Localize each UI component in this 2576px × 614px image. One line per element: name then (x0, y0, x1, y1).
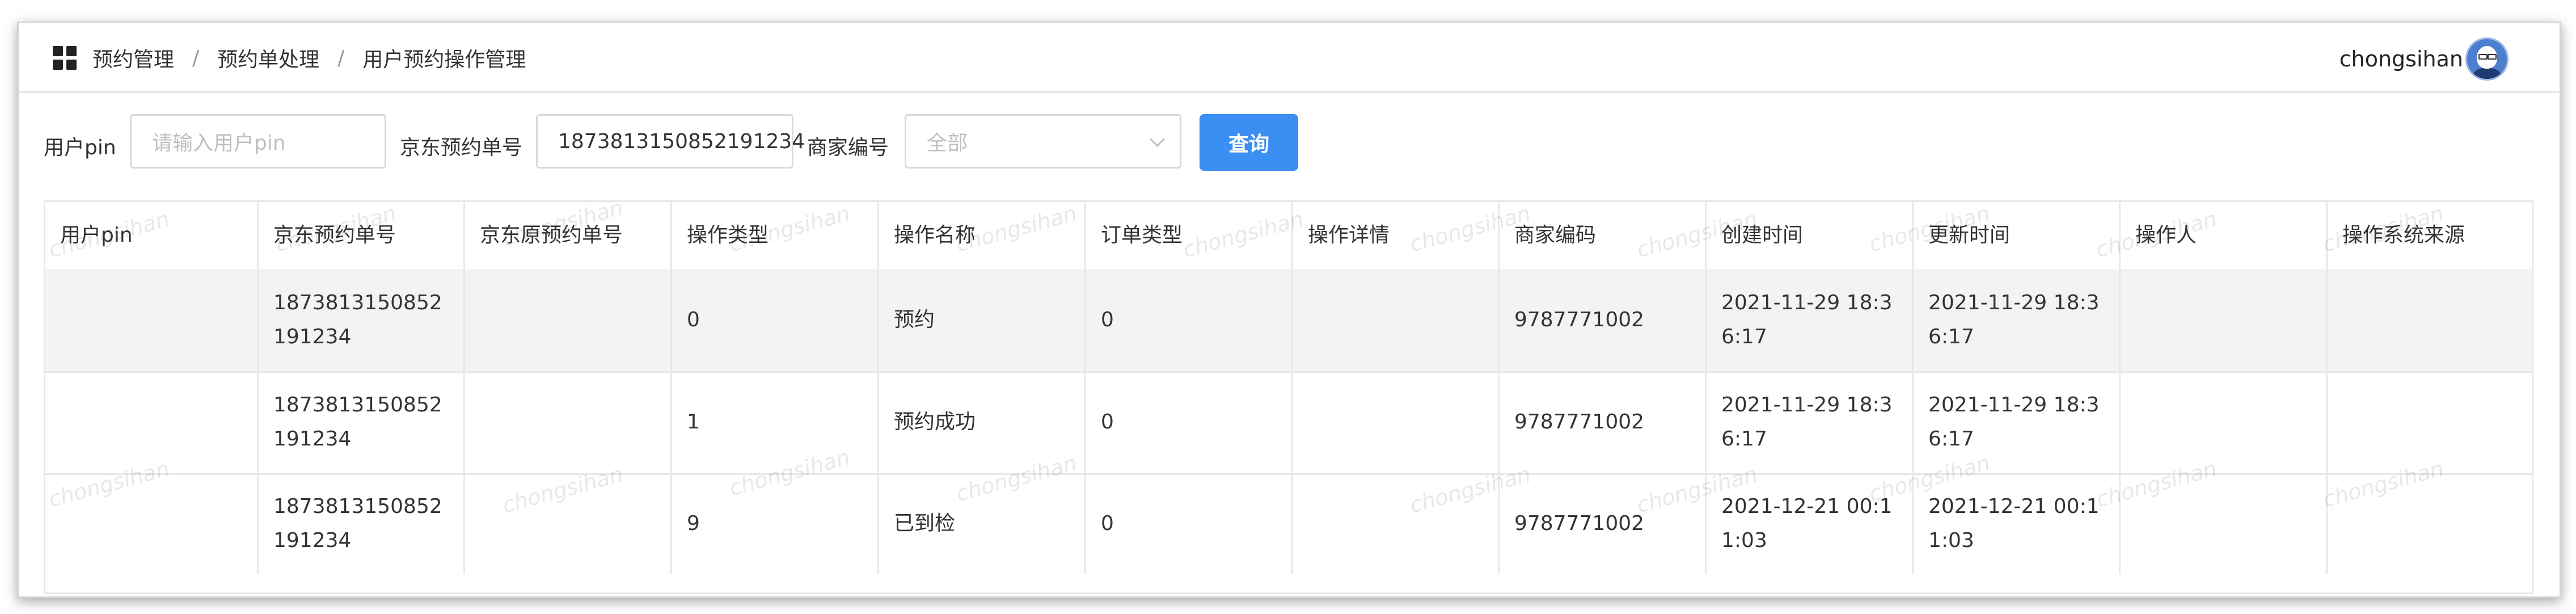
app-window: 预约管理 / 预约单处理 / 用户预约操作管理 chongsihan 用户pin… (17, 22, 2561, 598)
cell-merchant-code: 9787771002 (1500, 269, 1707, 371)
cell-user-pin (45, 473, 259, 574)
column-header: 操作类型 (672, 202, 879, 269)
cell-user-pin (45, 371, 259, 473)
table-row[interactable]: 1873813150852191234 1 预约成功 0 9787771002 … (45, 371, 2532, 475)
cell-op-type: 1 (672, 371, 879, 473)
breadcrumb-item[interactable]: 预约单处理 (217, 43, 319, 73)
column-header: 更新时间 (1914, 202, 2121, 269)
cell-op-detail (1293, 269, 1500, 371)
cell-updated-at: 2021-11-29 18:36:17 (1914, 371, 2121, 473)
cell-created-at: 2021-11-29 18:36:17 (1707, 371, 1914, 473)
cell-source-system (2328, 473, 2529, 574)
cell-orig-order-no (465, 371, 672, 473)
cell-created-at: 2021-12-21 00:11:03 (1707, 473, 1914, 574)
cell-operator (2121, 371, 2328, 473)
cell-operator (2121, 473, 2328, 574)
cell-op-type: 9 (672, 473, 879, 574)
column-header: 操作人 (2121, 202, 2328, 269)
breadcrumb-separator: / (192, 46, 200, 70)
username[interactable]: chongsihan (2339, 47, 2463, 72)
cell-order-no: 1873813150852191234 (259, 473, 465, 574)
avatar[interactable] (2465, 37, 2509, 81)
cell-updated-at: 2021-11-29 18:36:17 (1914, 269, 2121, 371)
cell-orig-order-no (465, 473, 672, 574)
merchant-label: 商家编号 (807, 136, 889, 159)
column-header: 操作名称 (879, 202, 1086, 269)
column-header: 商家编码 (1500, 202, 1707, 269)
cell-order-type: 0 (1086, 473, 1293, 574)
cell-op-detail (1293, 473, 1500, 574)
cell-updated-at: 2021-12-21 00:11:03 (1914, 473, 2121, 574)
filter-bar: 用户pin 请输入用户pin 京东预约单号 187381315085219123… (19, 114, 2560, 171)
column-header: 订单类型 (1086, 202, 1293, 269)
column-header: 创建时间 (1707, 202, 1914, 269)
cell-merchant-code: 9787771002 (1500, 473, 1707, 574)
table-row[interactable]: 1873813150852191234 9 已到检 0 9787771002 2… (45, 473, 2532, 574)
user-menu[interactable]: chongsihan (2339, 37, 2509, 81)
cell-merchant-code: 9787771002 (1500, 371, 1707, 473)
cell-order-no: 1873813150852191234 (259, 269, 465, 371)
table-row[interactable]: 1873813150852191234 0 预约 0 9787771002 20… (45, 269, 2532, 373)
column-header: 京东原预约单号 (465, 202, 672, 269)
cell-order-no: 1873813150852191234 (259, 371, 465, 473)
user-pin-input[interactable]: 请输入用户pin (130, 114, 386, 169)
cell-operator (2121, 269, 2328, 371)
cell-order-type: 0 (1086, 371, 1293, 473)
cell-op-detail (1293, 371, 1500, 473)
column-header: 操作详情 (1293, 202, 1500, 269)
column-header: 京东预约单号 (259, 202, 465, 269)
cell-source-system (2328, 269, 2529, 371)
grid-menu-icon[interactable] (53, 46, 77, 70)
cell-source-system (2328, 371, 2529, 473)
cell-created-at: 2021-11-29 18:36:17 (1707, 269, 1914, 371)
top-header: 预约管理 / 预约单处理 / 用户预约操作管理 chongsihan (19, 23, 2560, 93)
breadcrumb-separator: / (337, 46, 345, 70)
cell-op-name: 预约成功 (879, 371, 1086, 473)
query-button[interactable]: 查询 (1200, 114, 1298, 171)
column-header: 用户pin (45, 202, 259, 269)
chevron-down-icon (1150, 132, 1165, 147)
cell-op-type: 0 (672, 269, 879, 371)
breadcrumb-item[interactable]: 预约管理 (92, 43, 174, 73)
column-header: 操作系统来源 (2342, 224, 2465, 247)
cell-op-name: 预约 (879, 269, 1086, 371)
merchant-select[interactable]: 全部 (905, 114, 1181, 169)
table-header-row: 用户pin 京东预约单号 京东原预约单号 操作类型 操作名称 订单类型 操作详情… (45, 202, 2532, 271)
records-table: 用户pin 京东预约单号 京东原预约单号 操作类型 操作名称 订单类型 操作详情… (44, 200, 2533, 594)
user-pin-label: 用户pin (44, 136, 116, 159)
breadcrumb: 预约管理 / 预约单处理 / 用户预约操作管理 (92, 44, 526, 72)
cell-user-pin (45, 269, 259, 371)
cell-order-type: 0 (1086, 269, 1293, 371)
order-no-label: 京东预约单号 (400, 136, 523, 159)
merchant-select-value: 全部 (927, 132, 968, 155)
cell-op-name: 已到检 (879, 473, 1086, 574)
cell-orig-order-no (465, 269, 672, 371)
breadcrumb-item-current: 用户预约操作管理 (362, 48, 526, 72)
order-no-input[interactable]: 1873813150852191234 (536, 114, 805, 169)
